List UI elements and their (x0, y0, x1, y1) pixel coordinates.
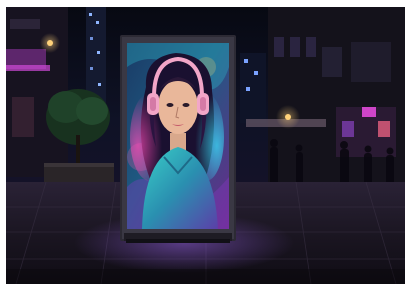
billboard-lightbox (120, 35, 236, 243)
left-building (6, 7, 68, 177)
photo-frame (6, 7, 405, 284)
poster-artwork (127, 43, 229, 229)
night-street-scene (6, 7, 405, 284)
